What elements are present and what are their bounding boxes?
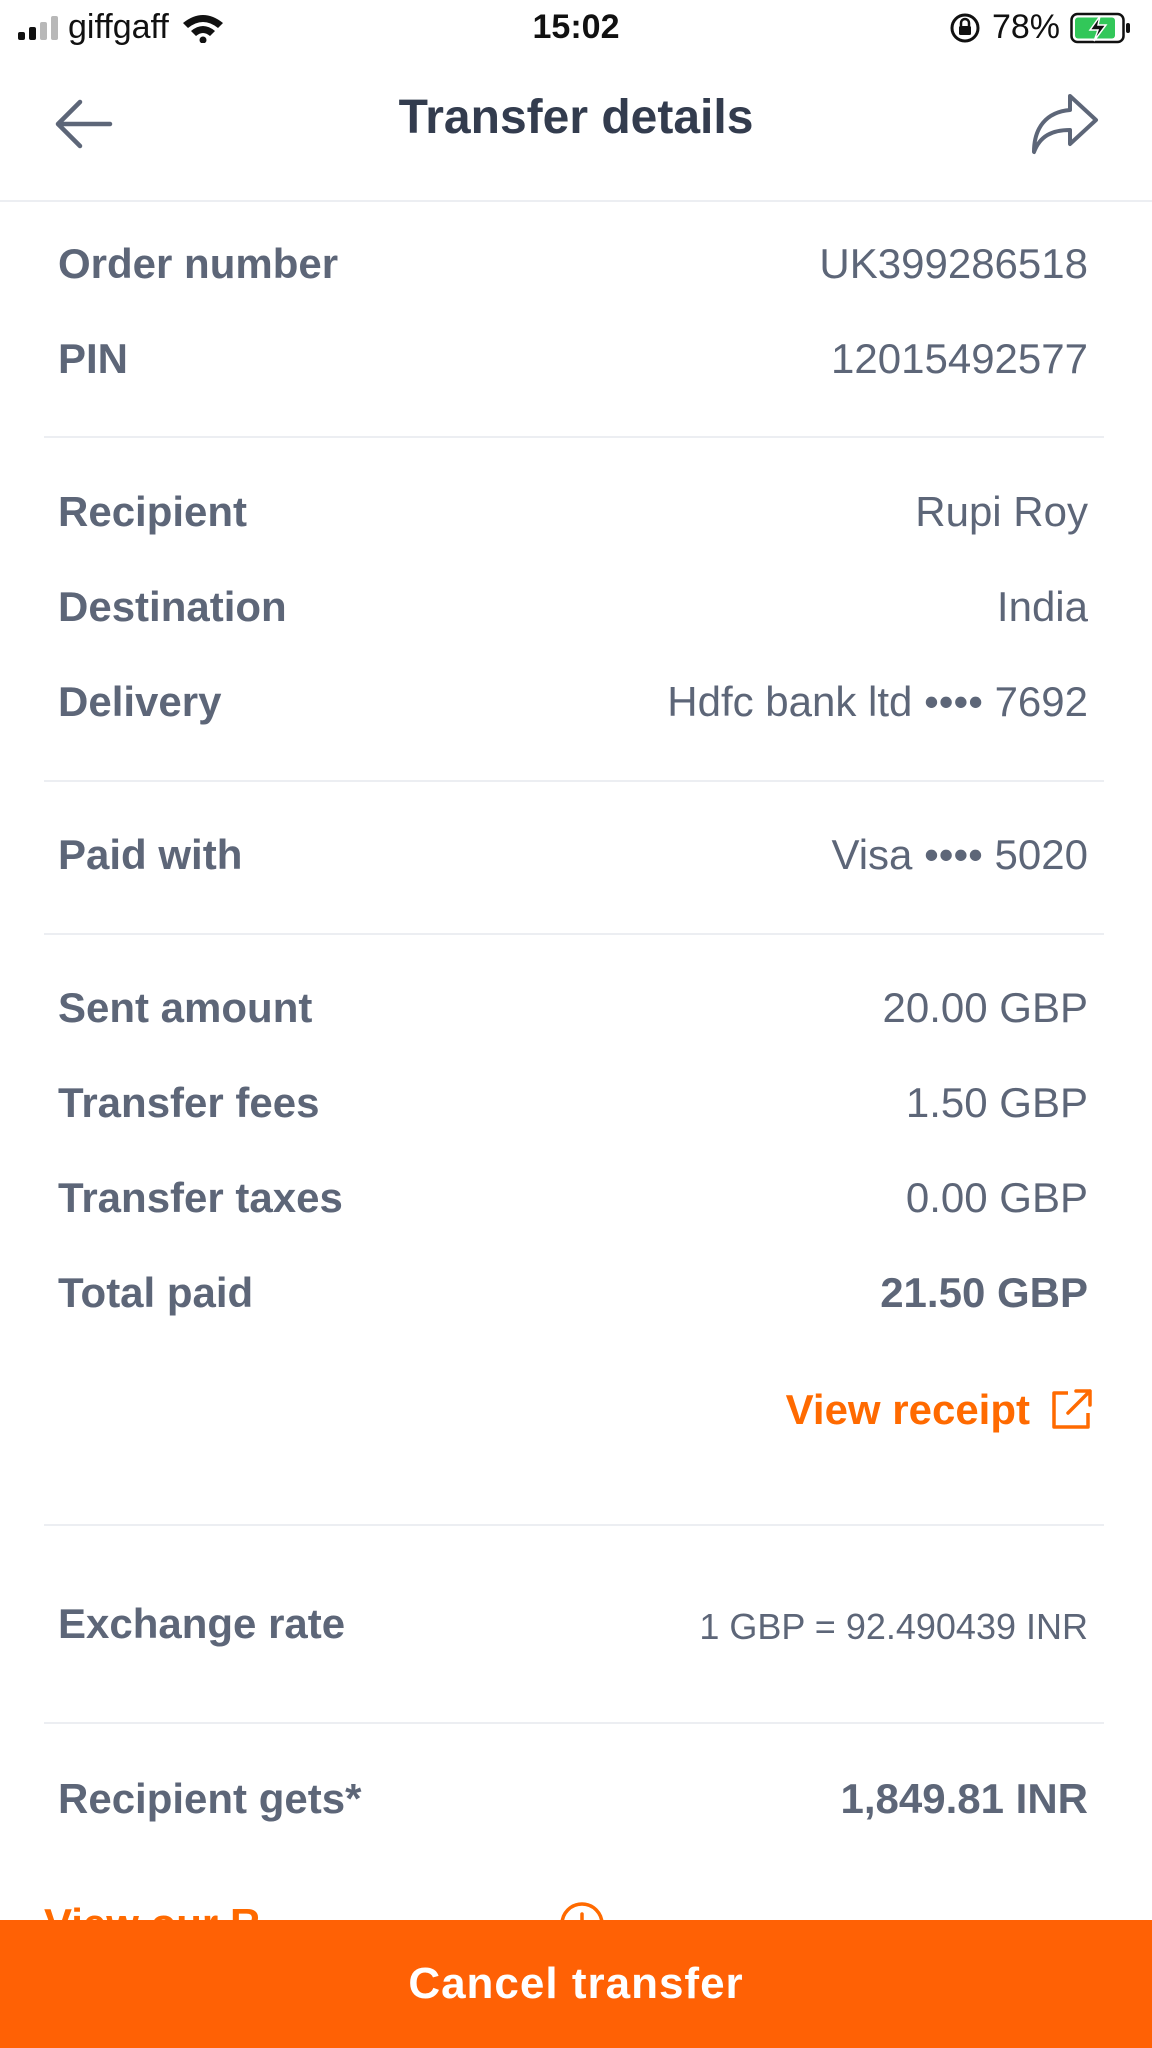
total-paid-label: Total paid [58,1269,254,1316]
transfer-taxes-label: Transfer taxes [58,1174,343,1221]
destination-label: Destination [58,583,287,630]
exchange-rate-value: 1 GBP = 92.490439 INR [699,1606,1088,1647]
recipient-label: Recipient [58,488,248,535]
destination-row: Destination India [58,583,1088,643]
transfer-fees-row: Transfer fees 1.50 GBP [58,1079,1088,1139]
divider [44,1722,1104,1724]
paid-with-row: Paid with Visa •••• 5020 [58,831,1088,891]
recipient-gets-value: 1,849.81 INR [840,1775,1089,1822]
view-receipt-label: View receipt [785,1386,1030,1433]
order-number-row: Order number UK399286518 [58,240,1088,300]
order-number-value: UK399286518 [819,240,1088,287]
recipient-row: Recipient Rupi Roy [58,488,1088,548]
sent-amount-label: Sent amount [58,984,313,1031]
status-right: 78% [948,8,1132,47]
sent-amount-row: Sent amount 20.00 GBP [58,984,1088,1044]
delivery-value: Hdfc bank ltd •••• 7692 [667,678,1088,725]
paid-with-label: Paid with [58,831,243,878]
delivery-label: Delivery [58,678,222,725]
rotation-lock-icon [950,13,980,42]
battery-charging-icon [1070,12,1130,43]
external-link-icon [1052,1389,1092,1429]
delivery-row: Delivery Hdfc bank ltd •••• 7692 [58,678,1088,738]
status-bar: giffgaff 15:02 78% [0,0,1152,60]
nav-header: Transfer details [0,60,1152,202]
pin-label: PIN [58,335,129,382]
transfer-fees-value: 1.50 GBP [905,1079,1088,1126]
recipient-value: Rupi Roy [915,488,1088,535]
paid-with-value: Visa •••• 5020 [831,831,1088,878]
total-paid-value: 21.50 GBP [880,1269,1088,1316]
exchange-rate-row: Exchange rate 1 GBP = 92.490439 INR [58,1600,1088,1660]
transfer-fees-label: Transfer fees [58,1079,320,1126]
total-paid-row: Total paid 21.50 GBP [58,1269,1088,1329]
recipient-gets-row: Recipient gets* 1,849.81 INR [58,1775,1088,1835]
pin-value: 12015492577 [831,335,1088,382]
sent-amount-value: 20.00 GBP [882,984,1088,1031]
divider [44,780,1104,782]
divider [44,436,1104,438]
transfer-taxes-row: Transfer taxes 0.00 GBP [58,1174,1088,1234]
cancel-transfer-button[interactable]: Cancel transfer [0,1920,1152,2048]
pin-row: PIN 12015492577 [58,335,1088,395]
battery-percentage: 78% [991,8,1060,46]
share-forward-icon[interactable] [1030,90,1100,156]
destination-value: India [996,583,1088,630]
order-number-label: Order number [58,240,339,287]
transfer-taxes-value: 0.00 GBP [905,1174,1088,1221]
divider [44,933,1104,935]
recipient-gets-label: Recipient gets* [58,1775,362,1822]
page-title: Transfer details [398,91,754,144]
view-receipt-link[interactable]: View receipt [786,1386,1094,1434]
exchange-rate-label: Exchange rate [58,1600,346,1647]
divider [44,1524,1104,1526]
